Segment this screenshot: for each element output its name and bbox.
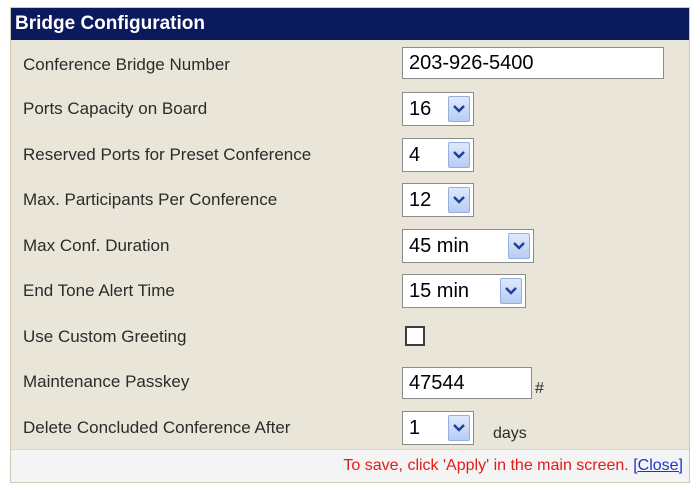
chevron-down-icon[interactable] xyxy=(508,233,530,259)
row-maintenance-passkey: Maintenance Passkey 47544 # xyxy=(11,359,689,404)
row-delete-after: Delete Concluded Conference After 1 days xyxy=(11,405,689,450)
maintenance-passkey-input[interactable]: 47544 xyxy=(402,367,532,399)
ports-capacity-value: 16 xyxy=(409,97,432,120)
row-reserved-ports: Reserved Ports for Preset Conference 4 xyxy=(11,132,689,177)
close-link[interactable]: [Close] xyxy=(633,457,683,474)
maintenance-passkey-label: Maintenance Passkey xyxy=(23,372,190,391)
row-end-tone: End Tone Alert Time 15 min xyxy=(11,268,689,313)
chevron-down-icon[interactable] xyxy=(500,278,522,304)
reserved-ports-select[interactable]: 4 xyxy=(402,138,474,172)
custom-greeting-label: Use Custom Greeting xyxy=(23,327,187,346)
chevron-down-icon[interactable] xyxy=(448,142,470,168)
reserved-ports-value: 4 xyxy=(409,143,421,166)
row-max-duration: Max Conf. Duration 45 min xyxy=(11,223,689,268)
row-ports-capacity: Ports Capacity on Board 16 xyxy=(11,86,689,131)
delete-after-value: 1 xyxy=(409,416,421,439)
max-duration-label: Max Conf. Duration xyxy=(23,236,170,255)
max-participants-select[interactable]: 12 xyxy=(402,183,474,217)
reserved-ports-label: Reserved Ports for Preset Conference xyxy=(23,145,312,164)
passkey-hash-suffix: # xyxy=(535,380,544,397)
bridge-number-label: Conference Bridge Number xyxy=(23,55,230,74)
bridge-number-input[interactable]: 203-926-5400 xyxy=(402,47,664,79)
days-suffix: days xyxy=(493,425,527,442)
panel-title: Bridge Configuration xyxy=(11,8,689,40)
max-duration-value: 45 min xyxy=(409,234,470,257)
delete-after-label: Delete Concluded Conference After xyxy=(23,418,291,437)
bridge-config-panel: Bridge Configuration Conference Bridge N… xyxy=(10,7,690,483)
footer-bar: To save, click 'Apply' in the main scree… xyxy=(11,449,689,482)
end-tone-value: 15 min xyxy=(409,279,470,302)
custom-greeting-checkbox[interactable] xyxy=(405,326,425,346)
end-tone-label: End Tone Alert Time xyxy=(23,281,175,300)
row-max-participants: Max. Participants Per Conference 12 xyxy=(11,177,689,222)
end-tone-select[interactable]: 15 min xyxy=(402,274,526,308)
save-instruction: To save, click 'Apply' in the main scree… xyxy=(343,457,629,474)
row-bridge-number: Conference Bridge Number 203-926-5400 xyxy=(11,42,689,87)
delete-after-select[interactable]: 1 xyxy=(402,411,474,445)
max-participants-value: 12 xyxy=(409,188,432,211)
chevron-down-icon[interactable] xyxy=(448,415,470,441)
ports-capacity-label: Ports Capacity on Board xyxy=(23,99,208,118)
max-participants-label: Max. Participants Per Conference xyxy=(23,190,278,209)
chevron-down-icon[interactable] xyxy=(448,187,470,213)
chevron-down-icon[interactable] xyxy=(448,96,470,122)
ports-capacity-select[interactable]: 16 xyxy=(402,92,474,126)
row-custom-greeting: Use Custom Greeting xyxy=(11,314,689,359)
max-duration-select[interactable]: 45 min xyxy=(402,229,534,263)
